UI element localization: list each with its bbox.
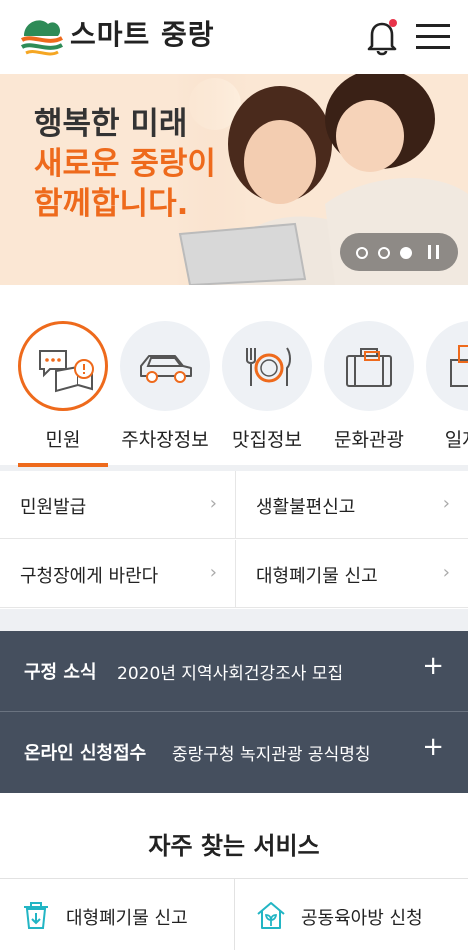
news-title: 구정 소식 xyxy=(24,662,97,683)
chevron-right-icon: › xyxy=(442,562,450,583)
service-label: 대형폐기물 신고 xyxy=(66,908,188,929)
banner-line-1: 행복한 미래 xyxy=(34,106,188,142)
chevron-right-icon: › xyxy=(209,562,217,583)
banner-line-3: 함께합니다. xyxy=(34,186,189,222)
hamburger-menu-icon[interactable] xyxy=(414,20,452,52)
link-bulky-waste[interactable]: 대형폐기물 신고 › xyxy=(235,540,468,608)
jungnang-logo-icon[interactable] xyxy=(18,14,64,58)
active-tab-indicator xyxy=(18,463,108,467)
news-desc: 중랑구청 녹지관광 공식명칭 xyxy=(172,745,371,765)
plus-icon[interactable]: + xyxy=(422,732,444,762)
tab-parking[interactable]: 주차장정보 xyxy=(120,321,210,452)
news-panel: 구정 소식 2020년 지역사회건강조사 모집 + 온라인 신청접수 중랑구청 … xyxy=(0,631,468,793)
tab-label: 주차장정보 xyxy=(121,429,209,451)
app-title: 스마트 중랑 xyxy=(70,18,215,51)
job-icon xyxy=(450,345,468,387)
slide-dot-1[interactable] xyxy=(356,247,368,259)
service-bulky-waste[interactable]: 대형폐기물 신고 xyxy=(0,879,234,950)
suitcase-icon xyxy=(346,348,392,387)
section-divider xyxy=(0,609,468,631)
tab-label: 민원 xyxy=(45,429,81,451)
notification-dot xyxy=(389,19,397,27)
tab-restaurant[interactable]: 맛집정보 xyxy=(222,321,312,452)
news-desc: 2020년 지역사회건강조사 모집 xyxy=(117,664,344,684)
car-icon xyxy=(140,355,192,383)
banner-line-2: 새로운 중랑이 xyxy=(34,146,216,182)
house-sprout-icon xyxy=(257,902,285,929)
link-label: 생활불편신고 xyxy=(256,497,356,518)
service-childcare[interactable]: 공동육아방 신청 xyxy=(235,879,468,950)
civil-complaint-icon xyxy=(39,350,94,393)
link-living-report[interactable]: 생활불편신고 › xyxy=(235,471,468,539)
waste-bin-icon xyxy=(24,902,48,929)
service-label: 공동육아방 신청 xyxy=(301,908,423,929)
restaurant-icon xyxy=(246,347,291,386)
link-label: 구청장에게 바란다 xyxy=(20,566,159,587)
news-row-online[interactable]: 온라인 신청접수 중랑구청 녹지관광 공식명칭 + xyxy=(0,712,468,792)
link-label: 대형폐기물 신고 xyxy=(256,566,378,587)
chevron-right-icon: › xyxy=(209,493,217,514)
link-civil-issuance[interactable]: 민원발급 › xyxy=(0,471,235,539)
banner-headline: 행복한 미래 새로운 중랑이 함께합니다. xyxy=(34,104,216,224)
plus-icon[interactable]: + xyxy=(422,651,444,681)
link-mayor-request[interactable]: 구청장에게 바란다 › xyxy=(0,540,235,608)
pause-icon[interactable] xyxy=(428,245,440,259)
news-title: 온라인 신청접수 xyxy=(24,743,147,764)
chevron-right-icon: › xyxy=(442,493,450,514)
slide-dot-3[interactable] xyxy=(400,247,412,259)
tab-jobs[interactable]: 일자리 xyxy=(426,321,468,452)
app-header: 스마트 중랑 xyxy=(0,0,468,74)
services-title: 자주 찾는 서비스 xyxy=(148,832,320,860)
category-tabs: 민원 주차장정보 맛집정보 문화관광 일 xyxy=(0,285,468,470)
tab-label: 맛집정보 xyxy=(232,429,302,451)
tab-culture-tour[interactable]: 문화관광 xyxy=(324,321,414,452)
link-label: 민원발급 xyxy=(20,497,87,518)
bell-icon[interactable] xyxy=(364,18,400,56)
tab-label: 문화관광 xyxy=(334,429,404,451)
civil-links: 민원발급 › 생활불편신고 › 구청장에게 바란다 › 대형폐기물 신고 › xyxy=(0,471,468,609)
tab-civil-complaint[interactable]: 민원 xyxy=(18,321,108,452)
news-row-district[interactable]: 구정 소식 2020년 지역사회건강조사 모집 + xyxy=(0,631,468,711)
slide-dot-2[interactable] xyxy=(378,247,390,259)
tab-label: 일자리 xyxy=(444,429,468,451)
